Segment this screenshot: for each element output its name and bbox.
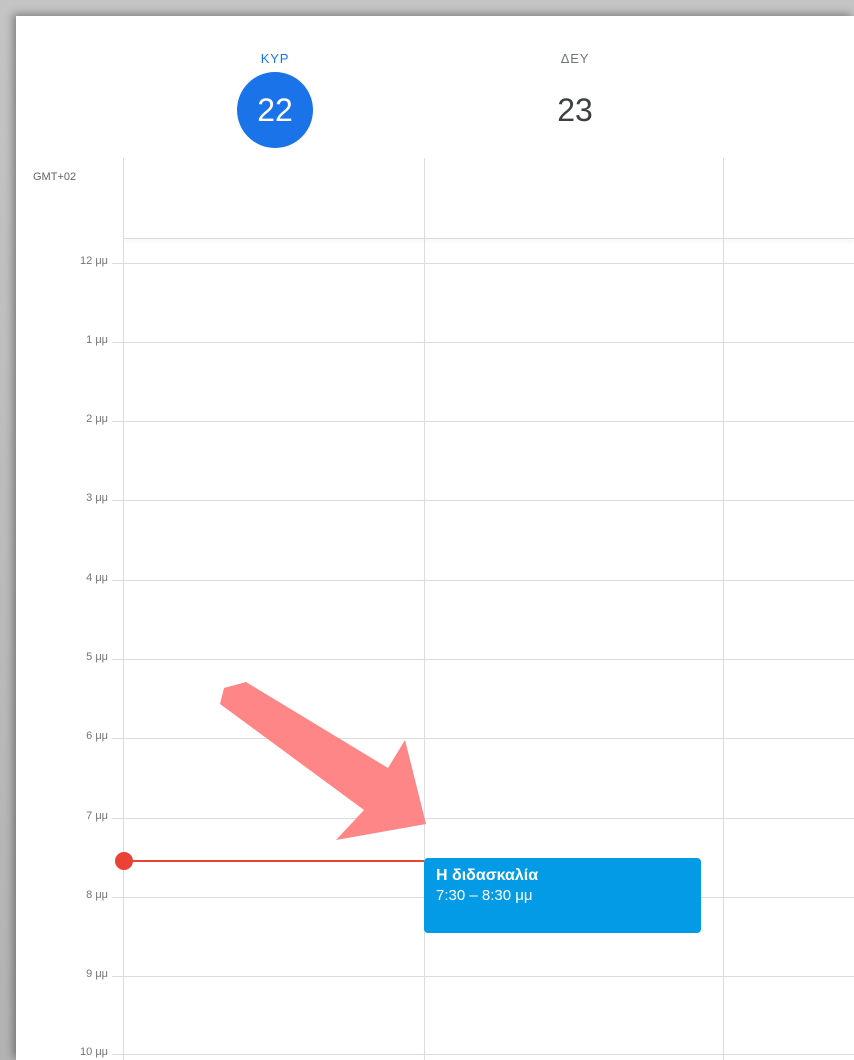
- calendar-week-view: ΚΥΡ 22 ΔΕΥ 23 GMT+02 12 μμ 1 μμ 2 μμ 3 μ…: [16, 16, 854, 1060]
- hour-row: 12 μμ: [16, 255, 854, 267]
- hour-label: 12 μμ: [80, 255, 108, 267]
- hour-label: 4 μμ: [86, 572, 108, 584]
- hour-row: 10 μμ: [16, 1046, 854, 1058]
- hour-label: 9 μμ: [86, 968, 108, 980]
- all-day-border: [123, 238, 854, 239]
- screenshot-frame: ΚΥΡ 22 ΔΕΥ 23 GMT+02 12 μμ 1 μμ 2 μμ 3 μ…: [0, 0, 854, 1060]
- hour-label: 10 μμ: [80, 1046, 108, 1058]
- calendar-event[interactable]: Η διδασκαλία 7:30 – 8:30 μμ: [424, 858, 701, 933]
- hour-row: 9 μμ: [16, 968, 854, 980]
- event-title: Η διδασκαλία: [436, 867, 539, 884]
- column-divider: [723, 158, 724, 1060]
- hour-row: 1 μμ: [16, 334, 854, 346]
- day-name-sunday[interactable]: ΚΥΡ: [215, 51, 335, 66]
- hour-label: 1 μμ: [86, 334, 108, 346]
- hour-row: 7 μμ: [16, 810, 854, 822]
- hour-label: 5 μμ: [86, 651, 108, 663]
- day-header: ΚΥΡ 22 ΔΕΥ 23: [16, 16, 854, 158]
- hour-label: 3 μμ: [86, 492, 108, 504]
- current-time-dot: [115, 852, 133, 870]
- column-divider: [123, 158, 124, 1060]
- hour-row: 2 μμ: [16, 413, 854, 425]
- hour-row: 6 μμ: [16, 730, 854, 742]
- timezone-label: GMT+02: [33, 171, 77, 183]
- hour-row: 3 μμ: [16, 492, 854, 504]
- hour-label: 2 μμ: [86, 413, 108, 425]
- current-time-line: [124, 860, 424, 862]
- day-number-monday[interactable]: 23: [537, 72, 613, 148]
- hour-label: 8 μμ: [86, 889, 108, 901]
- event-time: 7:30 – 8:30 μμ: [436, 887, 533, 904]
- day-number-today[interactable]: 22: [237, 72, 313, 148]
- day-name-monday[interactable]: ΔΕΥ: [515, 51, 635, 66]
- hour-label: 6 μμ: [86, 730, 108, 742]
- hour-row: 4 μμ: [16, 572, 854, 584]
- hour-row: 5 μμ: [16, 651, 854, 663]
- hour-label: 7 μμ: [86, 810, 108, 822]
